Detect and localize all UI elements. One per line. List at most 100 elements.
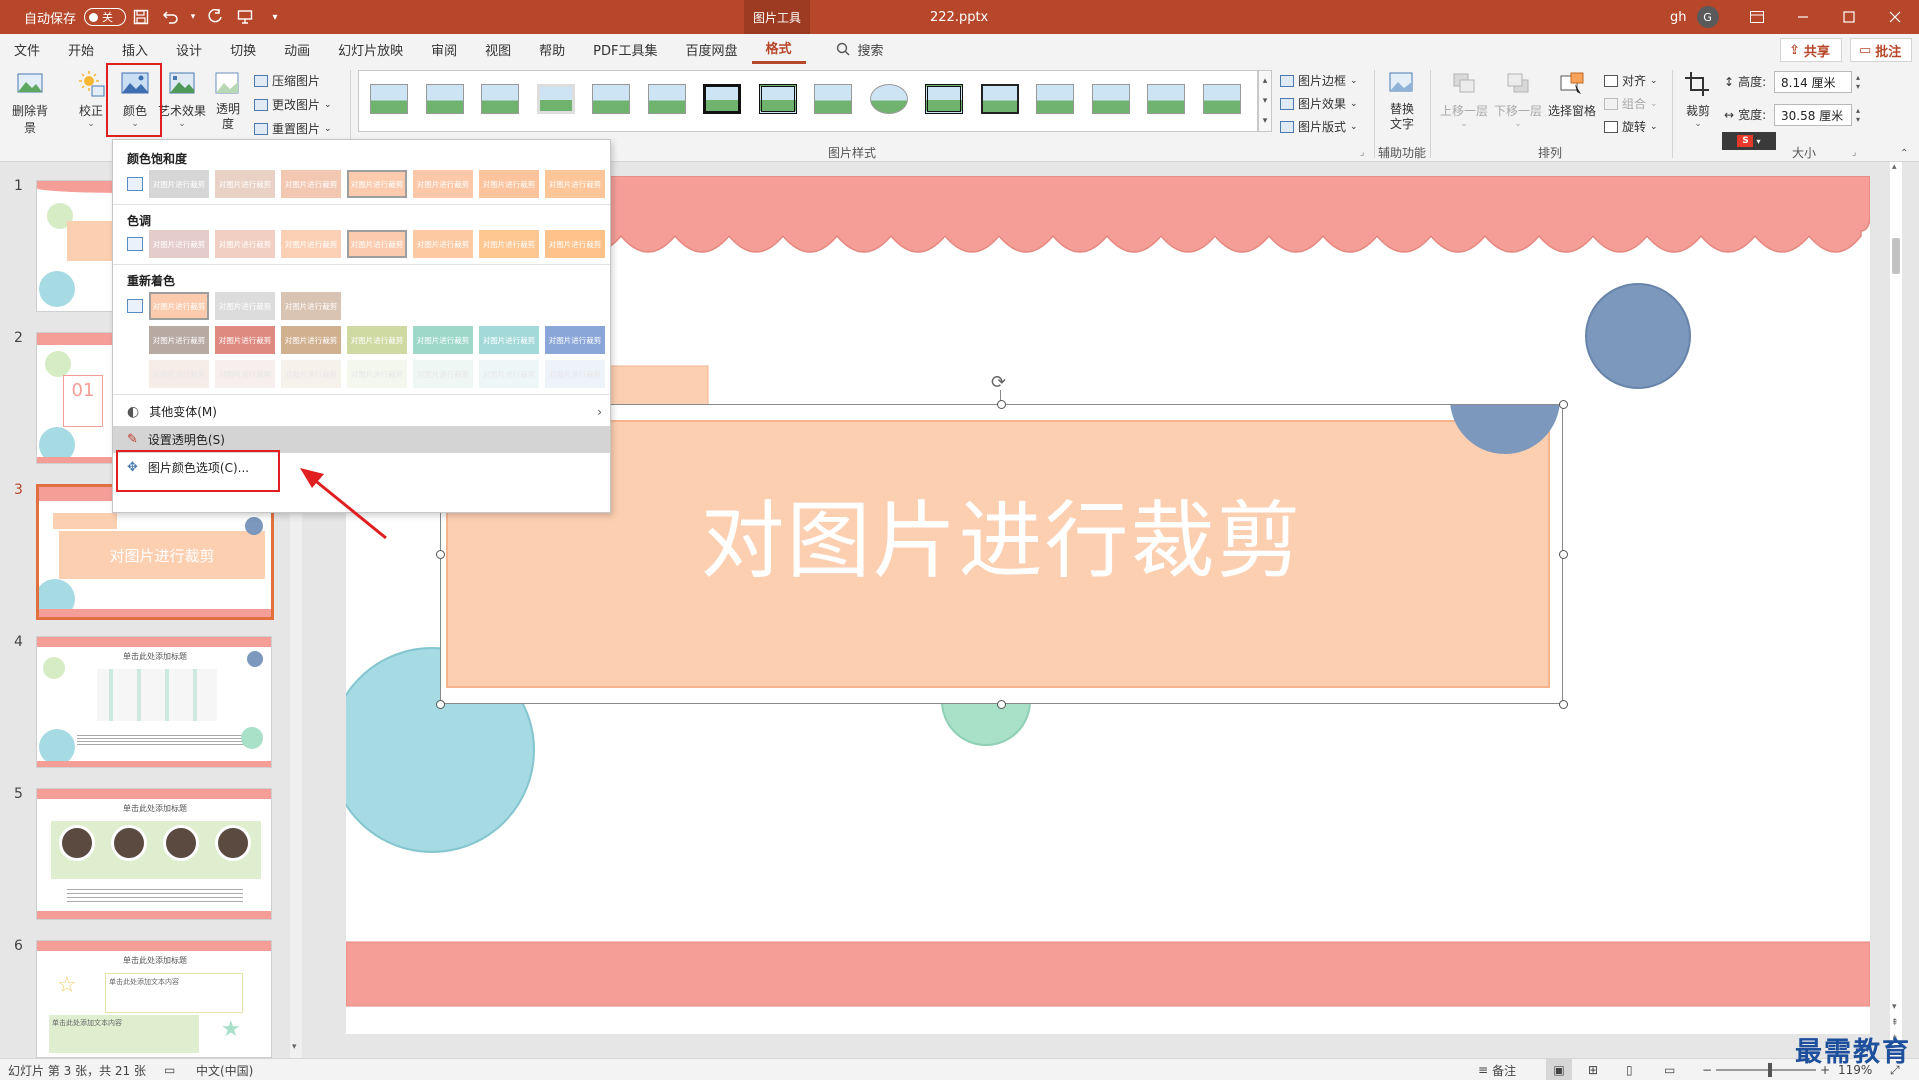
height-spinner[interactable]: ▴ ▾ bbox=[1852, 71, 1864, 93]
previous-slide-icon[interactable]: ⇞ bbox=[1891, 1018, 1899, 1028]
gallery-down-icon[interactable]: ▾ bbox=[1263, 96, 1268, 106]
slide-thumbnail-6[interactable]: 单击此处添加标题 单击此处添加文本内容 单击此处添加文本内容 ☆ ★ bbox=[36, 940, 272, 1058]
tab-1[interactable]: 开始 bbox=[54, 34, 108, 64]
color-swatch[interactable]: 对图片进行裁剪 bbox=[347, 170, 407, 198]
picture-style-thickblack[interactable] bbox=[702, 81, 742, 117]
tab-6[interactable]: 幻灯片放映 bbox=[324, 34, 417, 64]
color-swatch[interactable]: 对图片进行裁剪 bbox=[149, 360, 209, 388]
tab-10[interactable]: PDF工具集 bbox=[579, 34, 671, 64]
picture-style-shadow[interactable] bbox=[425, 81, 465, 117]
rotate-handle-icon[interactable]: ⟳ bbox=[991, 372, 1006, 393]
color-swatch[interactable]: 对图片进行裁剪 bbox=[215, 326, 275, 354]
rotate-button[interactable]: 旋转 ⌄ bbox=[1604, 118, 1658, 135]
minimize-icon[interactable] bbox=[1780, 0, 1826, 34]
width-spinner[interactable]: ▴ ▾ bbox=[1852, 104, 1864, 126]
color-swatch[interactable]: 对图片进行裁剪 bbox=[281, 360, 341, 388]
gallery-more-icon[interactable]: ▾ bbox=[1263, 116, 1268, 126]
color-swatch[interactable]: 对图片进行裁剪 bbox=[413, 326, 473, 354]
tab-12[interactable]: 格式 bbox=[751, 34, 806, 64]
tab-7[interactable]: 审阅 bbox=[417, 34, 471, 64]
reading-view-icon[interactable]: ▯ bbox=[1626, 1059, 1633, 1080]
more-variations-item[interactable]: ◐ 其他变体(M) › bbox=[113, 398, 610, 425]
picture-style-doubleframe[interactable] bbox=[980, 81, 1020, 117]
comments-button[interactable]: ▭ 批注 bbox=[1850, 38, 1912, 62]
color-swatch[interactable]: 对图片进行裁剪 bbox=[281, 326, 341, 354]
color-swatch[interactable]: 对图片进行裁剪 bbox=[281, 292, 341, 320]
height-input[interactable]: 8.14 厘米 bbox=[1774, 71, 1852, 93]
change-picture-button[interactable]: 更改图片 ⌄ bbox=[254, 96, 332, 113]
color-swatch[interactable]: 对图片进行裁剪 bbox=[347, 230, 407, 258]
slide-thumbnail-4[interactable]: 单击此处添加标题 bbox=[36, 636, 272, 768]
normal-view-icon[interactable]: ▣ bbox=[1546, 1059, 1572, 1080]
bring-forward-button[interactable]: 上移一层 ⌄ bbox=[1438, 70, 1490, 129]
save-icon[interactable] bbox=[126, 0, 156, 34]
color-swatch[interactable]: 对图片进行裁剪 bbox=[215, 230, 275, 258]
maximize-icon[interactable] bbox=[1826, 0, 1872, 34]
collapse-ribbon-icon[interactable]: ⌃ bbox=[1900, 148, 1908, 159]
redo-icon[interactable] bbox=[200, 0, 230, 34]
resize-handle[interactable] bbox=[997, 699, 1006, 709]
tab-5[interactable]: 动画 bbox=[270, 34, 324, 64]
color-swatch[interactable]: 对图片进行裁剪 bbox=[479, 360, 539, 388]
color-swatch[interactable]: 对图片进行裁剪 bbox=[215, 170, 275, 198]
color-swatch[interactable]: 对图片进行裁剪 bbox=[149, 170, 209, 198]
user-account[interactable]: gh G bbox=[1670, 0, 1719, 34]
tab-0[interactable]: 文件 bbox=[0, 34, 54, 64]
customize-toolbar-icon[interactable]: ▾ bbox=[260, 0, 290, 34]
canvas-scrollbar[interactable]: ▴ ▾ ⇞ ⇟ bbox=[1890, 162, 1902, 1058]
color-swatch[interactable]: 对图片进行裁剪 bbox=[281, 170, 341, 198]
transparency-button[interactable]: 透明 度 bbox=[212, 70, 244, 132]
tab-8[interactable]: 视图 bbox=[471, 34, 525, 64]
picture-style-frame[interactable] bbox=[536, 81, 576, 117]
color-swatch[interactable]: 对图片进行裁剪 bbox=[413, 170, 473, 198]
zoom-slider-thumb[interactable] bbox=[1768, 1063, 1772, 1077]
color-swatch[interactable]: 对图片进行裁剪 bbox=[281, 230, 341, 258]
tab-9[interactable]: 帮助 bbox=[525, 34, 579, 64]
tab-11[interactable]: 百度网盘 bbox=[671, 34, 751, 64]
selection-pane-button[interactable]: 选择窗格 bbox=[1546, 70, 1598, 119]
picture-style-thin[interactable] bbox=[813, 81, 853, 117]
gallery-up-icon[interactable]: ▴ bbox=[1263, 76, 1268, 86]
resize-handle[interactable] bbox=[1558, 699, 1568, 709]
color-swatch[interactable]: 对图片进行裁剪 bbox=[215, 360, 275, 388]
color-swatch[interactable]: 对图片进行裁剪 bbox=[545, 360, 605, 388]
color-swatch[interactable]: 对图片进行裁剪 bbox=[149, 326, 209, 354]
zoom-out-icon[interactable]: − bbox=[1702, 1059, 1712, 1080]
picture-style-blur[interactable] bbox=[1202, 81, 1242, 117]
slide-thumbnail-5[interactable]: 单击此处添加标题 bbox=[36, 788, 272, 920]
accessibility-check-icon[interactable]: ▭ bbox=[164, 1059, 175, 1080]
tab-3[interactable]: 设计 bbox=[162, 34, 216, 64]
autosave-toggle[interactable]: 关 bbox=[84, 8, 127, 26]
scroll-thumb[interactable] bbox=[1892, 238, 1900, 274]
resize-handle[interactable] bbox=[997, 399, 1006, 409]
slide-sorter-icon[interactable]: ⊞ bbox=[1588, 1059, 1598, 1080]
color-swatch[interactable]: 对图片进行裁剪 bbox=[479, 170, 539, 198]
color-swatch[interactable]: 对图片进行裁剪 bbox=[545, 230, 605, 258]
present-icon[interactable] bbox=[230, 0, 260, 34]
ribbon-display-icon[interactable] bbox=[1734, 0, 1780, 34]
picture-layout-button[interactable]: 图片版式 ⌄ bbox=[1280, 118, 1358, 135]
color-swatch[interactable]: 对图片进行裁剪 bbox=[149, 292, 209, 320]
group-objects-button[interactable]: 组合 ⌄ bbox=[1604, 95, 1658, 112]
compress-pictures-button[interactable]: 压缩图片 bbox=[254, 72, 320, 89]
scroll-up-icon[interactable]: ▴ bbox=[1892, 162, 1897, 172]
resize-handle[interactable] bbox=[435, 549, 445, 559]
color-swatch[interactable]: 对图片进行裁剪 bbox=[479, 326, 539, 354]
scroll-down-icon[interactable]: ▾ bbox=[1892, 1002, 1897, 1012]
picture-style-blackframe[interactable] bbox=[924, 81, 964, 117]
resize-handle[interactable] bbox=[1558, 549, 1568, 559]
width-input[interactable]: 30.58 厘米 bbox=[1774, 104, 1852, 126]
alt-text-button[interactable]: 替换 文字 bbox=[1384, 70, 1420, 132]
picture-style-softedge[interactable] bbox=[1035, 81, 1075, 117]
tell-me-search[interactable]: 搜索 bbox=[836, 40, 884, 59]
picture-styles-gallery[interactable] bbox=[358, 70, 1258, 132]
ime-toolbar[interactable]: S ▾ bbox=[1722, 132, 1776, 150]
color-swatch[interactable]: 对图片进行裁剪 bbox=[545, 170, 605, 198]
send-backward-button[interactable]: 下移一层 ⌄ bbox=[1492, 70, 1544, 129]
picture-style-doubleblack[interactable] bbox=[758, 81, 798, 117]
gallery-scroll[interactable]: ▴ ▾ ▾ bbox=[1258, 70, 1272, 132]
undo-dropdown-icon[interactable]: ▾ bbox=[186, 0, 200, 34]
scroll-down-icon[interactable]: ▾ bbox=[292, 1042, 297, 1052]
zoom-slider[interactable] bbox=[1716, 1063, 1816, 1077]
picture-style-plain[interactable] bbox=[369, 81, 409, 117]
